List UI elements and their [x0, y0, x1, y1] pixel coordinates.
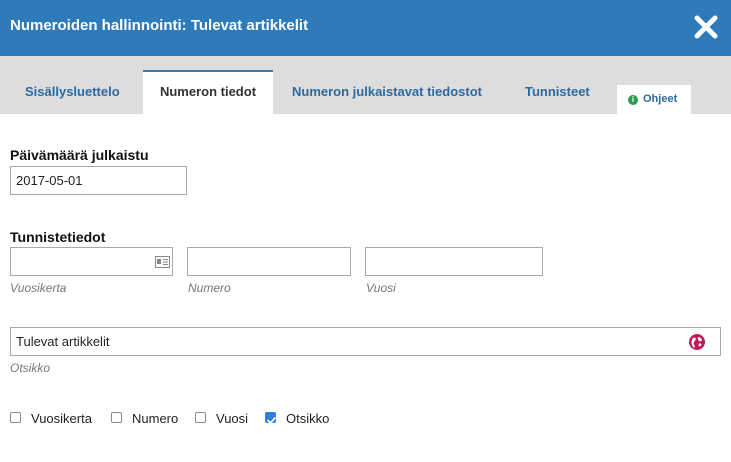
globe-icon[interactable] [689, 334, 705, 350]
title-input[interactable] [10, 327, 721, 356]
number-hint: Numero [188, 281, 231, 295]
tab-numeron-tiedot[interactable]: Numeron tiedot [143, 70, 273, 114]
date-published-label: Päivämäärä julkaistu [10, 147, 149, 163]
help-label: Ohjeet [643, 93, 678, 105]
show-title-label: Otsikko [286, 411, 330, 426]
info-icon: i [628, 95, 638, 105]
year-hint: Vuosi [366, 281, 396, 295]
show-title-checkbox[interactable] [265, 412, 276, 424]
close-icon[interactable] [693, 14, 719, 40]
show-year-checkbox[interactable] [195, 412, 206, 423]
vcard-icon [155, 255, 170, 268]
year-input[interactable] [365, 247, 543, 276]
tab-sisallysluettelo[interactable]: Sisällysluettelo [25, 70, 120, 114]
dialog-header: Numeroiden hallinnointi: Tulevat artikke… [0, 0, 731, 56]
show-year-label: Vuosi [216, 411, 249, 426]
tab-julkaistavat-tiedostot[interactable]: Numeron julkaistavat tiedostot [292, 70, 482, 114]
show-volume-checkbox[interactable] [10, 412, 21, 423]
show-number-checkbox[interactable] [111, 412, 122, 423]
help-tab[interactable]: i Ohjeet [617, 85, 691, 114]
volume-hint: Vuosikerta [10, 281, 67, 295]
tab-tunnisteet[interactable]: Tunnisteet [525, 70, 590, 114]
show-volume-label: Vuosikerta [31, 411, 92, 426]
show-number-label: Numero [132, 411, 179, 426]
checkmark-icon [267, 417, 276, 424]
volume-input[interactable] [10, 247, 173, 276]
identification-label: Tunnistetiedot [10, 229, 106, 245]
dialog-title: Numeroiden hallinnointi: Tulevat artikke… [10, 17, 309, 34]
date-published-input[interactable] [10, 166, 187, 195]
title-hint: Otsikko [10, 361, 51, 375]
number-input[interactable] [187, 247, 351, 276]
